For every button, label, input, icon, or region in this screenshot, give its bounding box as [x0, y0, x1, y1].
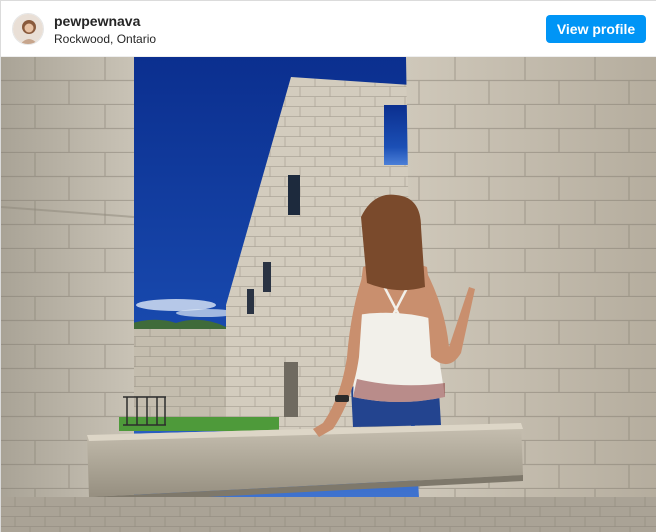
username[interactable]: pewpewnava: [54, 13, 140, 29]
avatar[interactable]: [12, 13, 44, 45]
instagram-embed: pewpewnava Rockwood, Ontario View profil…: [0, 0, 656, 532]
view-profile-button[interactable]: View profile: [546, 15, 646, 43]
post-header: pewpewnava Rockwood, Ontario View profil…: [1, 1, 656, 57]
location[interactable]: Rockwood, Ontario: [54, 32, 156, 46]
avatar-image: [13, 14, 43, 44]
post-photo[interactable]: [1, 57, 656, 532]
ruins-photo: [1, 57, 656, 532]
